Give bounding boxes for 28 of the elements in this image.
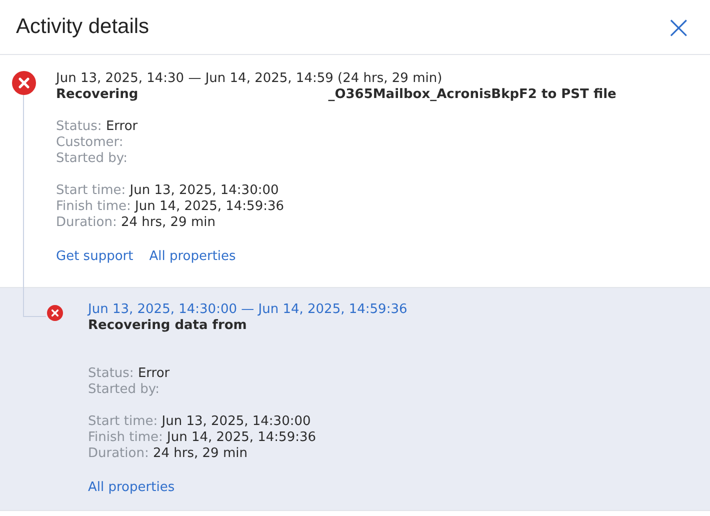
window-title: Activity details (16, 15, 150, 39)
period-text: Jun 13, 2025, 14:30 — Jun 14, 2025, 14:59 (24 hrs, 29 min) (56, 71, 444, 87)
activity-title: _O365Mailbox_AcronisBkpF2 to PST file (328, 87, 616, 103)
link[interactable]: All properties (149, 249, 236, 265)
field-value: Jun 13, 2025, 14:30:00 (162, 414, 311, 429)
field-label: Start time: (88, 414, 158, 429)
link[interactable]: All properties (88, 480, 175, 496)
field-value: Error (106, 119, 138, 134)
field-label: Finish time: (56, 199, 131, 214)
field-value: 24 hrs, 29 min (152, 446, 248, 461)
field-label: Customer: (56, 135, 124, 150)
field-label: Started by: (88, 382, 160, 397)
field-label: Finish time: (88, 430, 163, 445)
field-label: Status: (56, 119, 102, 134)
field-value: Jun 14, 2025, 14:59:36 (135, 199, 284, 214)
link[interactable]: Get support (56, 249, 134, 265)
field-label: Start time: (56, 183, 126, 198)
activity-title: Recovering (56, 87, 138, 103)
field-value: 24 hrs, 29 min (120, 215, 216, 230)
field-label: Started by: (56, 151, 128, 166)
field-label: Duration: (88, 446, 149, 461)
field-value: Error (138, 366, 170, 381)
field-label: Duration: (56, 215, 117, 230)
activity-title: Recovering data from (88, 318, 247, 334)
field-value: Jun 14, 2025, 14:59:36 (167, 430, 316, 445)
field-label: Status: (88, 366, 134, 381)
period-link[interactable]: Jun 13, 2025, 14:30:00 — Jun 14, 2025, 14:59:36 (88, 302, 408, 318)
field-value: Jun 13, 2025, 14:30:00 (130, 183, 279, 198)
